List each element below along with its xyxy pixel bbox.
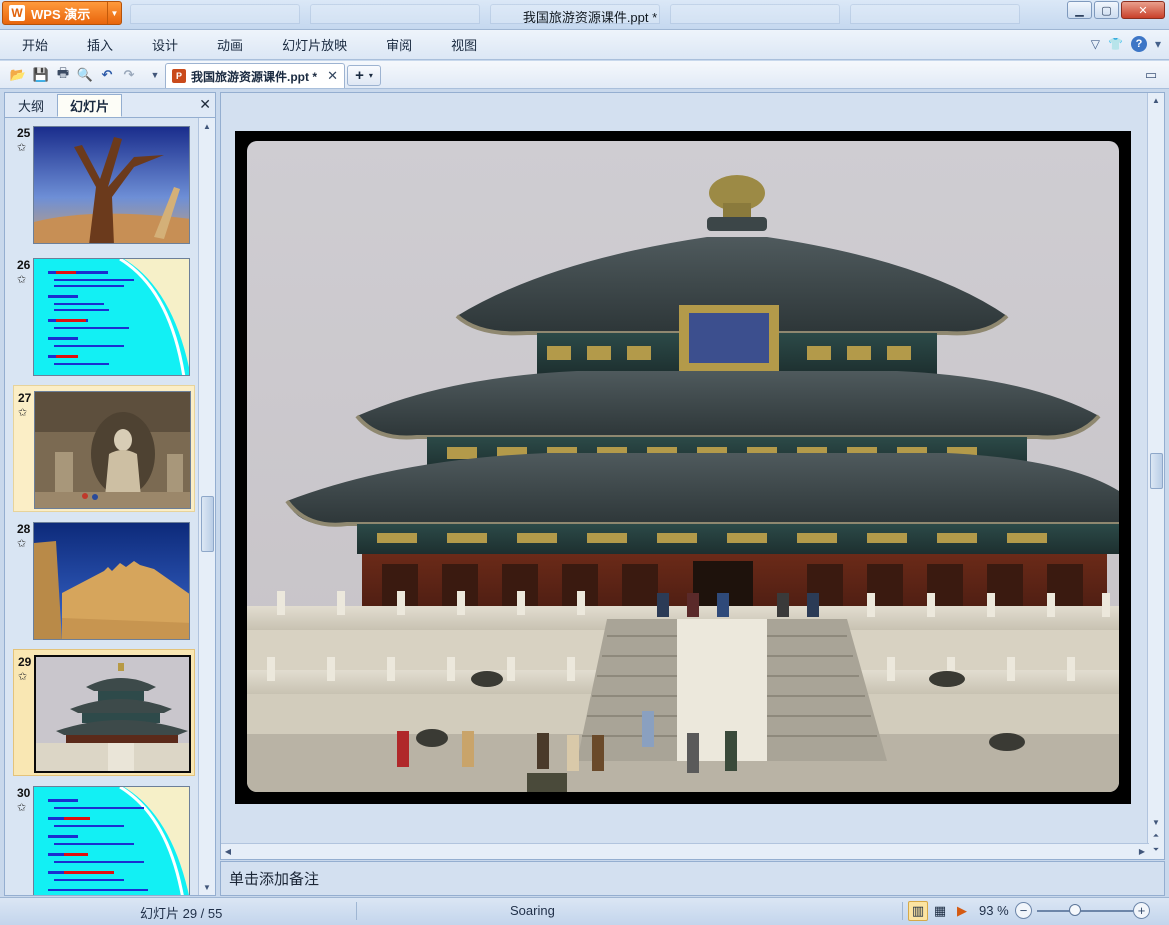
scroll-right-icon[interactable]: ▶	[1135, 844, 1149, 859]
animation-star-icon: ✩	[17, 142, 27, 154]
scroll-down-icon[interactable]: ▼	[199, 879, 215, 895]
save-icon[interactable]: 💾	[32, 66, 50, 83]
tab-outline[interactable]: 大纲	[5, 94, 57, 117]
zoom-slider-track[interactable]	[1037, 910, 1133, 912]
editor-vertical-scrollbar[interactable]: ▲ ▼ ⏶ ⏷	[1147, 93, 1164, 859]
minimize-button[interactable]: ▁	[1067, 1, 1092, 19]
slideshow-view-icon[interactable]: ▶	[952, 901, 972, 921]
ppt-file-icon: P	[172, 69, 186, 83]
document-tab-label: 我国旅游资源课件.ppt *	[191, 69, 317, 84]
status-divider	[356, 902, 357, 920]
longmen-grottoes-photo	[34, 391, 191, 509]
customize-toolbar-icon[interactable]: ▼	[146, 66, 164, 83]
theme-name: Soaring	[510, 903, 555, 918]
menu-slideshow[interactable]: 幻灯片放映	[260, 35, 364, 54]
help-icon[interactable]: ?	[1130, 36, 1147, 52]
status-divider	[902, 902, 903, 920]
window-title: 我国旅游资源课件.ppt *	[522, 10, 658, 25]
scroll-left-icon[interactable]: ◀	[221, 844, 235, 859]
slide-number: 25	[17, 126, 31, 140]
slide-thumbnail-29[interactable]: 29 ✩	[13, 649, 195, 776]
great-wall-photo	[33, 522, 190, 640]
desert-tree-photo	[33, 126, 190, 244]
slide-number: 29	[18, 655, 32, 669]
menu-view[interactable]: 视图	[429, 35, 494, 54]
panel-tabs: 大纲 幻灯片 ✕	[5, 93, 215, 118]
quick-access-toolbar: 📂 💾 🖶 🔍 ↶ ↷ ▼ P 我国旅游资源课件.ppt * ✕ + ▾ ▭	[0, 61, 1169, 89]
slide-sorter-icon[interactable]: ▦	[930, 901, 950, 921]
window-layout-icon[interactable]: ▭	[1142, 66, 1160, 83]
zoom-slider-thumb[interactable]	[1068, 904, 1081, 916]
notes-placeholder: 单击添加备注	[229, 871, 320, 888]
scroll-up-icon[interactable]: ▲	[199, 118, 215, 134]
zoom-out-icon[interactable]: −	[1015, 902, 1032, 919]
notes-pane[interactable]: 单击添加备注	[220, 861, 1165, 896]
slides-panel: 大纲 幻灯片 ✕ 25 ✩ 26 ✩ 27 ✩ 28 ✩ 29 ✩ 30 ✩ ▲…	[4, 92, 216, 896]
document-tab[interactable]: P 我国旅游资源课件.ppt * ✕	[165, 63, 345, 88]
slide-number: 30	[17, 786, 31, 800]
slide-thumbnail-26[interactable]: 26 ✩	[13, 253, 195, 380]
slide-thumbnail-27[interactable]: 27 ✩	[13, 385, 195, 512]
print-icon[interactable]: 🖶	[54, 65, 72, 83]
close-tab-icon[interactable]: ✕	[327, 68, 338, 84]
undo-icon[interactable]: ↶	[98, 66, 116, 83]
menu-right-tools: ▽ 👕 ? ▾	[1091, 36, 1161, 52]
scrollbar-thumb[interactable]	[201, 496, 214, 552]
close-panel-icon[interactable]: ✕	[199, 96, 211, 113]
status-bar: 幻灯片 29 / 55 Soaring ▥ ▦ ▶ 93 % − +	[0, 897, 1169, 925]
slide-editor: ▲ ▼ ⏶ ⏷ ◀ ▶	[220, 92, 1165, 860]
maximize-button[interactable]: ▢	[1094, 1, 1119, 19]
previous-slide-icon[interactable]: ⏶	[1148, 829, 1164, 843]
collapse-ribbon-icon[interactable]: ▽	[1091, 37, 1100, 51]
editor-horizontal-scrollbar[interactable]: ◀ ▶	[221, 843, 1149, 859]
animation-star-icon: ✩	[17, 274, 27, 286]
animation-star-icon: ✩	[17, 538, 27, 550]
slide-indicator: 幻灯片 29 / 55	[140, 906, 223, 921]
slide-number: 26	[17, 258, 31, 272]
window-controls: ▁ ▢ ✕	[1067, 1, 1165, 19]
redo-icon[interactable]: ↷	[120, 66, 138, 83]
zoom-level[interactable]: 93 %	[979, 903, 1009, 918]
thumbnail-list: 25 ✩ 26 ✩ 27 ✩ 28 ✩ 29 ✩ 30 ✩	[5, 118, 198, 895]
animation-star-icon: ✩	[18, 407, 28, 419]
animation-star-icon: ✩	[18, 671, 28, 683]
slide-thumbnail-28[interactable]: 28 ✩	[13, 517, 195, 644]
menu-home[interactable]: 开始	[0, 35, 65, 54]
slide-number: 27	[18, 391, 32, 405]
new-tab-button[interactable]: + ▾	[347, 65, 381, 86]
normal-view-icon[interactable]: ▥	[908, 901, 928, 921]
temple-of-heaven-photo	[34, 655, 191, 773]
zoom-in-icon[interactable]: +	[1133, 902, 1150, 919]
open-folder-icon[interactable]: 📂	[9, 66, 27, 83]
chevron-down-icon: ▾	[368, 71, 373, 80]
menu-design[interactable]: 设计	[130, 35, 195, 54]
scroll-down-icon[interactable]: ▼	[1148, 815, 1164, 829]
close-button[interactable]: ✕	[1121, 1, 1165, 19]
menu-insert[interactable]: 插入	[65, 35, 130, 54]
slide-thumbnail-25[interactable]: 25 ✩	[13, 121, 195, 248]
skin-icon[interactable]: 👕	[1108, 37, 1123, 51]
thumbnail-scrollbar[interactable]: ▲ ▼	[198, 118, 215, 895]
menu-bar: 开始 插入 设计 动画 幻灯片放映 审阅 视图 ▽ 👕 ? ▾	[0, 30, 1169, 60]
plus-icon: +	[355, 67, 364, 84]
animation-star-icon: ✩	[17, 802, 27, 814]
title-bar: W WPS 演示 ▼ 我国旅游资源课件.ppt * ▁ ▢ ✕	[0, 0, 1169, 30]
help-dropdown-icon[interactable]: ▾	[1155, 37, 1161, 51]
print-preview-icon[interactable]: 🔍	[76, 66, 94, 83]
cyan-text-slide	[33, 258, 190, 376]
temple-of-heaven-photo	[247, 141, 1119, 792]
scroll-up-icon[interactable]: ▲	[1148, 93, 1164, 107]
next-slide-icon[interactable]: ⏷	[1148, 843, 1164, 857]
slide-thumbnail-30[interactable]: 30 ✩	[13, 781, 195, 895]
slide-number: 28	[17, 522, 31, 536]
tab-slides[interactable]: 幻灯片	[57, 94, 123, 117]
menu-animation[interactable]: 动画	[195, 35, 260, 54]
scrollbar-thumb[interactable]	[1150, 453, 1163, 489]
current-slide[interactable]	[235, 131, 1131, 804]
menu-review[interactable]: 审阅	[364, 35, 429, 54]
cyan-text-slide	[33, 786, 190, 895]
